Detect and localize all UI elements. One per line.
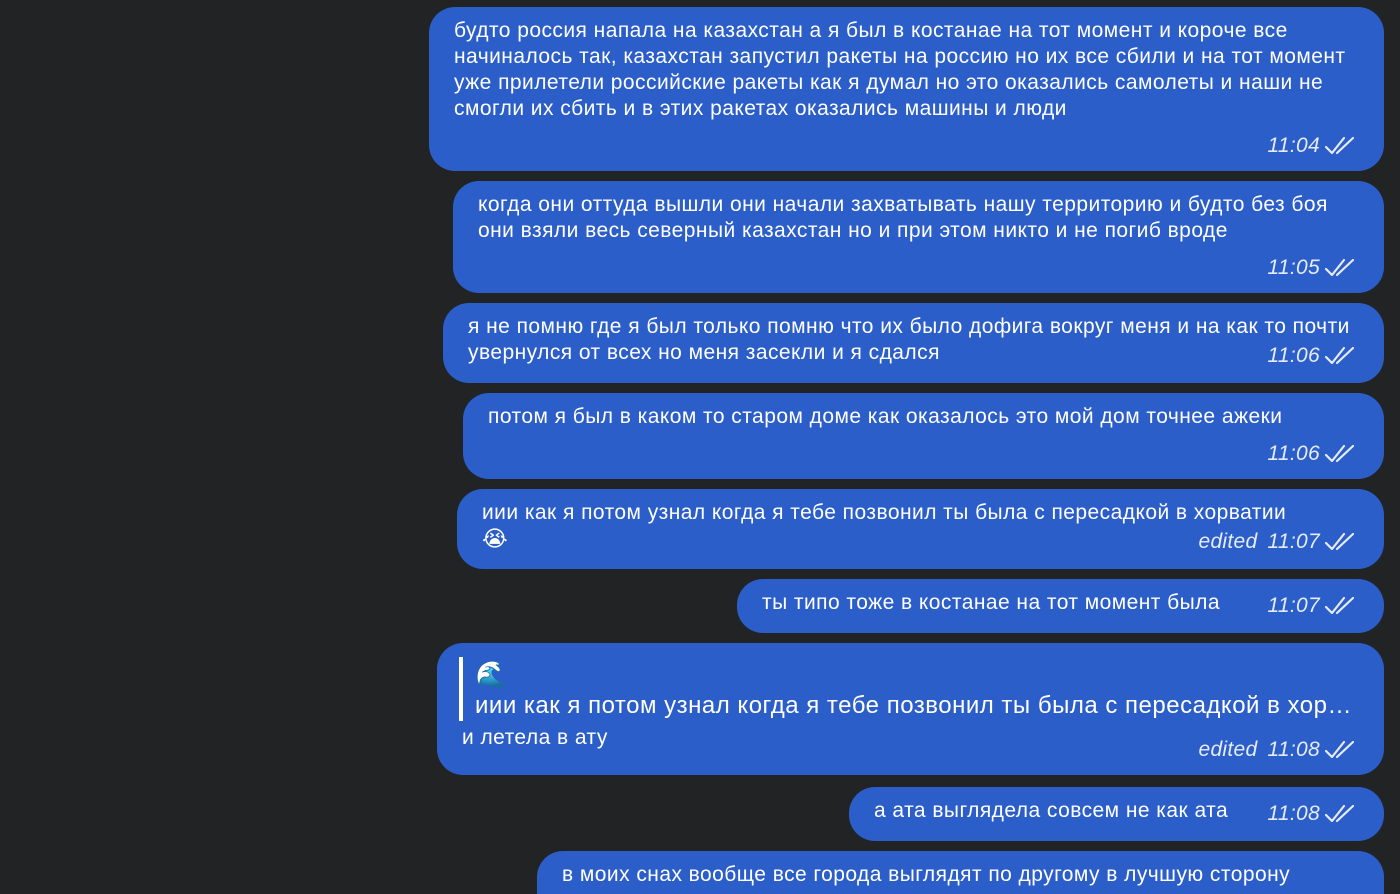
edited-label: edited <box>1198 738 1258 761</box>
double-check-icon <box>1324 803 1356 825</box>
message-bubble[interactable]: ты типо тоже в костанае на тот момент бы… <box>737 579 1384 633</box>
double-check-icon <box>1324 345 1356 367</box>
message-bubble[interactable]: а ата выглядела совсем не как ата 11:08 <box>849 787 1384 841</box>
message-bubble[interactable]: я не помню где я был только помню что их… <box>443 303 1384 383</box>
double-check-icon <box>1324 531 1356 553</box>
message-time: 11:08 <box>1267 802 1320 825</box>
message-meta: 11:07 <box>1268 593 1357 619</box>
message-meta: 11:06 <box>1268 343 1357 369</box>
message-text: в моих снах вообще все города выглядят п… <box>562 863 1291 886</box>
message-text: будто россия напала на казахстан а я был… <box>454 19 1346 120</box>
message-meta: edited 11:07 <box>1198 529 1356 555</box>
message-text: а ата выглядела совсем не как ата <box>874 799 1229 822</box>
message-bubble[interactable]: 🌊 иии как я потом узнал когда я тебе поз… <box>437 643 1384 775</box>
double-check-icon <box>1324 135 1356 157</box>
message-bubble[interactable]: будто россия напала на казахстан а я был… <box>429 7 1384 171</box>
reply-quote-text: иии как я потом узнал когда я тебе позво… <box>475 692 1354 719</box>
double-check-icon <box>1324 595 1356 617</box>
message-time: 11:04 <box>1267 134 1320 157</box>
message-text: потом я был в каком то старом доме как о… <box>488 405 1283 428</box>
message-text: я не помню где я был только помню что их… <box>468 315 1350 364</box>
reply-quote[interactable]: 🌊 иии как я потом узнал когда я тебе поз… <box>459 657 1354 721</box>
message-meta: 11:05 <box>1268 255 1357 281</box>
message-text-body: иии как я потом узнал когда я тебе позво… <box>482 501 1287 524</box>
message-meta: edited 11:08 <box>1198 737 1356 763</box>
crying-face-emoji: 😭 <box>482 526 509 551</box>
message-time: 11:05 <box>1267 256 1320 279</box>
message-bubble[interactable]: в моих снах вообще все города выглядят п… <box>537 851 1384 894</box>
message-meta: 11:06 <box>1268 441 1357 467</box>
message-bubble[interactable]: когда они оттуда вышли они начали захват… <box>453 181 1384 293</box>
message-text: когда они оттуда вышли они начали захват… <box>478 193 1328 242</box>
message-time: 11:06 <box>1267 442 1320 465</box>
double-check-icon <box>1324 739 1356 761</box>
message-meta: 11:08 <box>1268 801 1357 827</box>
message-text: ты типо тоже в костанае на тот момент бы… <box>762 591 1221 614</box>
message-time: 11:06 <box>1267 344 1320 367</box>
message-meta: 11:04 <box>1268 133 1357 159</box>
message-bubble[interactable]: иии как я потом узнал когда я тебе позво… <box>457 489 1384 569</box>
chat-area: будто россия напала на казахстан а я был… <box>0 0 1400 894</box>
message-time: 11:07 <box>1267 594 1320 617</box>
double-check-icon <box>1324 443 1356 465</box>
edited-label: edited <box>1198 530 1258 553</box>
wave-emoji: 🌊 <box>475 659 508 689</box>
double-check-icon <box>1324 257 1356 279</box>
message-bubble[interactable]: потом я был в каком то старом доме как о… <box>463 393 1384 479</box>
message-time: 11:08 <box>1267 738 1320 761</box>
message-time: 11:07 <box>1267 530 1320 553</box>
